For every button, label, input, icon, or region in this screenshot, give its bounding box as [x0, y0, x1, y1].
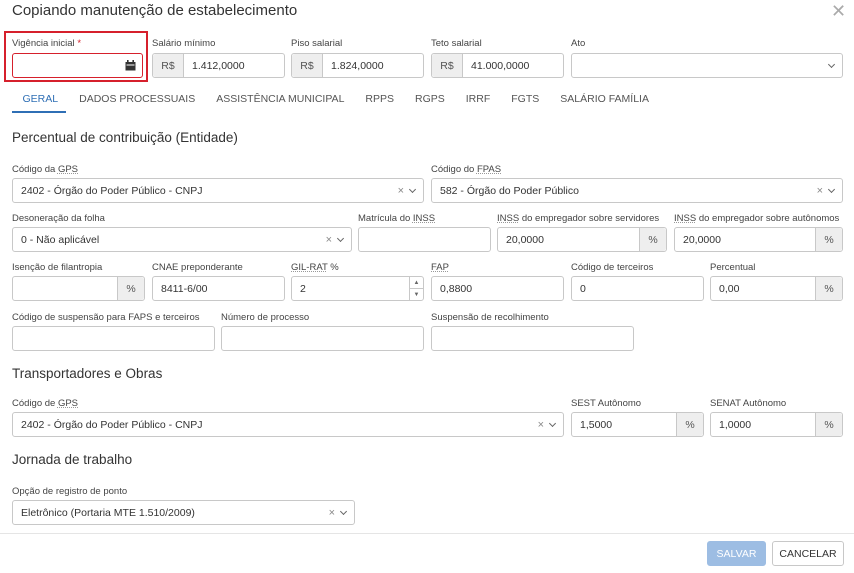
opcao-ponto-label: Opção de registro de ponto [12, 486, 128, 497]
tab-bar: GERAL DADOS PROCESSUAIS ASSISTÊNCIA MUNI… [12, 89, 659, 109]
percent-suffix: % [815, 228, 842, 251]
teto-salarial-label: Teto salarial [431, 38, 482, 49]
chevron-down-icon[interactable] [548, 419, 557, 427]
currency-prefix: R$ [292, 54, 323, 77]
chevron-down-icon[interactable] [827, 60, 836, 68]
codigo-fpas-label: Código do FPAS [431, 164, 502, 175]
desoneracao-select[interactable]: 0 - Não aplicável × [12, 227, 352, 252]
percent-suffix: % [639, 228, 666, 251]
sest-input[interactable]: 1,5000 % [571, 412, 704, 437]
percent-suffix: % [815, 277, 842, 300]
calendar-icon[interactable] [118, 60, 142, 71]
tab-rpps[interactable]: RPPS [355, 89, 405, 109]
stepper-controls[interactable]: ▲ ▼ [409, 277, 423, 300]
senat-label: SENAT Autônomo [710, 398, 787, 409]
cancel-button[interactable]: CANCELAR [772, 541, 844, 566]
inss-autonomos-input[interactable]: 20,0000 % [674, 227, 843, 252]
clear-icon[interactable]: × [817, 185, 823, 197]
codigo-terceiros-input[interactable]: 0 [571, 276, 704, 301]
codigo-suspensao-input[interactable] [12, 326, 215, 351]
clear-icon[interactable]: × [329, 507, 335, 519]
cnae-label: CNAE preponderante [152, 262, 243, 273]
clear-icon[interactable]: × [326, 234, 332, 246]
gilrat-label: GIL-RAT % [291, 262, 339, 273]
inss-servidores-label: INSS do empregador sobre servidores [497, 213, 660, 224]
fap-input[interactable]: 0,8800 [431, 276, 564, 301]
percent-suffix: % [815, 413, 842, 436]
codigo-fpas-select[interactable]: 582 - Órgão do Poder Público × [431, 178, 843, 203]
codigo-gps-transp-select[interactable]: 2402 - Órgão do Poder Público - CNPJ × [12, 412, 564, 437]
codigo-terceiros-label: Código de terceiros [571, 262, 654, 273]
salario-minimo-label: Salário mínimo [152, 38, 216, 49]
gilrat-stepper[interactable]: 2 ▲ ▼ [291, 276, 424, 301]
chevron-down-icon[interactable] [336, 234, 345, 242]
clear-icon[interactable]: × [538, 419, 544, 431]
desoneracao-label: Desoneração da folha [12, 213, 105, 224]
chevron-down-icon[interactable] [339, 507, 348, 515]
vigencia-input[interactable] [12, 53, 143, 78]
codigo-suspensao-label: Código de suspensão para FAPS e terceiro… [12, 312, 200, 323]
numero-processo-input[interactable] [221, 326, 424, 351]
numero-processo-label: Número de processo [221, 312, 310, 323]
vigencia-label: Vigência inicial * [12, 38, 82, 49]
chevron-down-icon[interactable]: ▼ [410, 289, 423, 300]
section-transportadores-title: Transportadores e Obras [12, 366, 163, 381]
piso-salarial-input[interactable]: R$ 1.824,0000 [291, 53, 424, 78]
tab-dados-processuais[interactable]: DADOS PROCESSUAIS [69, 89, 206, 109]
inss-autonomos-label: INSS do empregador sobre autônomos [674, 213, 840, 224]
inss-servidores-input[interactable]: 20,0000 % [497, 227, 667, 252]
percentual-label: Percentual [710, 262, 756, 273]
active-tab-indicator [12, 111, 66, 113]
close-icon[interactable]: ✕ [831, 2, 846, 20]
codigo-gps-select[interactable]: 2402 - Órgão do Poder Público - CNPJ × [12, 178, 424, 203]
save-button[interactable]: SALVAR [707, 541, 766, 566]
section-jornada-title: Jornada de trabalho [12, 452, 133, 467]
tab-geral[interactable]: GERAL [12, 89, 69, 109]
matricula-inss-label: Matrícula do INSS [358, 213, 436, 224]
dialog-title: Copiando manutenção de estabelecimento [12, 2, 298, 19]
sest-label: SEST Autônomo [571, 398, 642, 409]
ato-label: Ato [571, 38, 586, 49]
isencao-label: Isenção de filantropia [12, 262, 103, 273]
suspensao-recolhimento-label: Suspensão de recolhimento [431, 312, 549, 323]
cnae-input[interactable]: 8411-6/00 [152, 276, 285, 301]
tab-rgps[interactable]: RGPS [405, 89, 456, 109]
suspensao-recolhimento-input[interactable] [431, 326, 634, 351]
currency-prefix: R$ [432, 54, 463, 77]
codigo-gps-label: Código da GPS [12, 164, 79, 175]
tab-fgts[interactable]: FGTS [501, 89, 550, 109]
ato-select[interactable] [571, 53, 843, 78]
section-percentual-title: Percentual de contribuição (Entidade) [12, 130, 238, 145]
percentual-input[interactable]: 0,00 % [710, 276, 843, 301]
senat-input[interactable]: 1,0000 % [710, 412, 843, 437]
chevron-up-icon[interactable]: ▲ [410, 277, 423, 289]
tab-assistencia-municipal[interactable]: ASSISTÊNCIA MUNICIPAL [206, 89, 355, 109]
tab-salario-familia[interactable]: SALÁRIO FAMÍLIA [550, 89, 660, 109]
codigo-gps-transp-label: Código de GPS [12, 398, 79, 409]
salario-minimo-input[interactable]: R$ 1.412,0000 [152, 53, 285, 78]
footer-divider [0, 533, 854, 534]
piso-salarial-label: Piso salarial [291, 38, 343, 49]
chevron-down-icon[interactable] [827, 185, 836, 193]
currency-prefix: R$ [153, 54, 184, 77]
teto-salarial-input[interactable]: R$ 41.000,0000 [431, 53, 564, 78]
fap-label: FAP [431, 262, 449, 273]
clear-icon[interactable]: × [398, 185, 404, 197]
tab-irrf[interactable]: IRRF [455, 89, 501, 109]
percent-suffix: % [676, 413, 703, 436]
chevron-down-icon[interactable] [408, 185, 417, 193]
matricula-inss-input[interactable] [358, 227, 491, 252]
isencao-input[interactable]: % [12, 276, 145, 301]
percent-suffix: % [117, 277, 144, 300]
opcao-ponto-select[interactable]: Eletrônico (Portaria MTE 1.510/2009) × [12, 500, 355, 525]
